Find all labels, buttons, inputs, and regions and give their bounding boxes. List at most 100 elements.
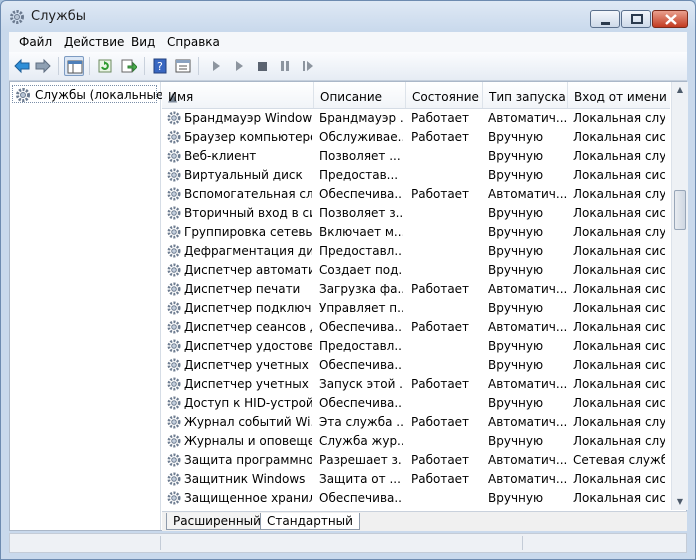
show-hide-console-tree-button[interactable] xyxy=(64,56,84,76)
table-row[interactable]: Диспетчер подключе... Управляет п... Вручн… xyxy=(162,299,670,318)
table-row[interactable]: Диспетчер учетных д... Обеспечива... Вручн… xyxy=(162,356,670,375)
cell-startup-type: Вручную xyxy=(488,339,544,353)
table-row[interactable]: Защищенное хранил... Обеспечива... Вручную… xyxy=(162,489,670,508)
tree-item-services-local[interactable]: Службы (локальные) xyxy=(12,85,168,103)
cell-description: Создает под... xyxy=(319,263,403,277)
table-row[interactable]: Диспетчер удостовер... Предоставл... Вручн… xyxy=(162,337,670,356)
refresh-button[interactable] xyxy=(95,56,115,76)
column-header-status[interactable]: Состояние xyxy=(406,82,483,108)
service-gear-icon xyxy=(166,281,182,300)
service-gear-icon xyxy=(166,471,182,490)
table-row[interactable]: Защита программно... Разрешает з... Работа… xyxy=(162,451,670,470)
table-row[interactable]: Дефрагментация дис... Предоставл... Вручну… xyxy=(162,242,670,261)
cell-log-on-as: Локальная сист... xyxy=(573,377,665,391)
toolbar-separator xyxy=(89,57,90,75)
cell-description: Обеспечива... xyxy=(319,396,403,410)
help-icon: ? xyxy=(153,58,167,74)
title-bar[interactable]: Службы xyxy=(1,1,695,31)
tab-standard[interactable]: Стандартный xyxy=(260,513,360,530)
table-row[interactable]: Диспетчер учетных з... Запуск этой ... Раб… xyxy=(162,375,670,394)
cell-startup-type: Вручную xyxy=(488,263,544,277)
column-header-log-on-as[interactable]: Вход от имени xyxy=(568,82,670,108)
table-row[interactable]: Доступ к HID-устрой... Обеспечива... Вручн… xyxy=(162,394,670,413)
maximize-button[interactable] xyxy=(621,10,651,28)
table-row[interactable]: Брандмауэр Windows Брандмауэр ... Работает… xyxy=(162,109,670,128)
minimize-button[interactable] xyxy=(590,10,620,28)
menu-action[interactable]: Действие xyxy=(64,35,124,49)
table-row[interactable]: Группировка сетевых... Включает м... Вручн… xyxy=(162,223,670,242)
service-gear-icon xyxy=(166,357,182,376)
forward-button[interactable] xyxy=(33,56,53,76)
back-button[interactable] xyxy=(12,56,32,76)
cell-name: Защищенное хранил... xyxy=(184,491,312,505)
scroll-up-arrow-icon[interactable]: ▲ xyxy=(672,82,688,98)
properties-button[interactable] xyxy=(173,56,193,76)
table-row[interactable]: Журналы и оповеще... Служба жур... Вручную… xyxy=(162,432,670,451)
play-icon xyxy=(236,61,243,71)
help-button[interactable]: ? xyxy=(150,56,170,76)
table-row[interactable]: Защитник Windows Защита от ... Работает Авт… xyxy=(162,470,670,489)
cell-status: Работает xyxy=(411,187,470,201)
cell-log-on-as: Локальная сист... xyxy=(573,358,665,372)
cell-log-on-as: Локальная сист... xyxy=(573,244,665,258)
pause-icon xyxy=(281,61,289,71)
cell-description: Обеспечива... xyxy=(319,320,403,334)
cell-startup-type: Вручную xyxy=(488,149,544,163)
column-header-name[interactable]: ▲ Имя xyxy=(162,82,314,108)
cell-description: Управляет п... xyxy=(319,301,403,315)
cell-log-on-as: Локальная сист... xyxy=(573,396,665,410)
menu-view[interactable]: Вид xyxy=(131,35,155,49)
cell-log-on-as: Локальная сист... xyxy=(573,282,665,296)
cell-startup-type: Вручную xyxy=(488,225,544,239)
vertical-scrollbar[interactable]: ▲ ▼ xyxy=(671,82,688,510)
cell-description: Позволяет з... xyxy=(319,206,403,220)
cell-status: Работает xyxy=(411,453,470,467)
menu-help[interactable]: Справка xyxy=(167,35,220,49)
cell-startup-type: Вручную xyxy=(488,244,544,258)
restart-service-button[interactable] xyxy=(298,56,318,76)
cell-startup-type: Автоматич... xyxy=(488,377,568,391)
cell-log-on-as: Локальная слу... xyxy=(573,149,665,163)
export-list-icon xyxy=(121,59,137,73)
start-service-button[interactable] xyxy=(206,56,226,76)
forward-arrow-icon xyxy=(35,58,51,74)
table-row[interactable]: Виртуальный диск Предостав... Вручную Локал… xyxy=(162,166,670,185)
tree-item-label: Службы (локальные) xyxy=(35,88,169,102)
stop-service-button[interactable] xyxy=(252,56,272,76)
tab-extended[interactable]: Расширенный xyxy=(166,513,268,530)
table-row[interactable]: Диспетчер сеансов д... Обеспечива... Работ… xyxy=(162,318,670,337)
cell-name: Вторичный вход в си... xyxy=(184,206,312,220)
cell-name: Диспетчер удостовер... xyxy=(184,339,312,353)
scrollbar-thumb[interactable] xyxy=(674,190,686,230)
table-row[interactable]: Веб-клиент Позволяет ... Вручную Локальная … xyxy=(162,147,670,166)
pause-service-button[interactable] xyxy=(275,56,295,76)
cell-startup-type: Вручную xyxy=(488,491,544,505)
column-header-startup-type[interactable]: Тип запуска xyxy=(483,82,568,108)
export-list-button[interactable] xyxy=(119,56,139,76)
scroll-down-arrow-icon[interactable]: ▼ xyxy=(672,494,688,510)
view-tabs: Расширенный Стандартный xyxy=(162,511,687,531)
maximize-icon xyxy=(631,14,643,24)
service-gear-icon xyxy=(166,110,182,129)
table-row[interactable]: Вспомогательная сл... Обеспечива... Работа… xyxy=(162,185,670,204)
table-row[interactable]: Браузер компьютеров Обслуживае... Работает… xyxy=(162,128,670,147)
cell-status: Работает xyxy=(411,130,470,144)
properties-icon xyxy=(175,59,191,73)
cell-log-on-as: Локальная сист... xyxy=(573,320,665,334)
start-service-params-button[interactable] xyxy=(229,56,249,76)
services-window: Службы Файл Действие Вид Справка ? Служб… xyxy=(0,0,696,560)
table-row[interactable]: Вторичный вход в си... Позволяет з... Вруч… xyxy=(162,204,670,223)
column-header-description[interactable]: Описание xyxy=(314,82,406,108)
close-button[interactable] xyxy=(652,10,688,28)
table-row[interactable]: Диспетчер печати Загрузка фа... Работает Ав… xyxy=(162,280,670,299)
cell-name: Диспетчер учетных з... xyxy=(184,377,312,391)
cell-name: Виртуальный диск xyxy=(184,168,303,182)
services-list: ▲ Имя Описание Состояние Тип запуска Вхо… xyxy=(162,82,670,510)
menu-file[interactable]: Файл xyxy=(19,35,52,49)
service-gear-icon xyxy=(166,433,182,452)
cell-startup-type: Вручную xyxy=(488,301,544,315)
table-row[interactable]: Диспетчер автомати... Создает под... Вручн… xyxy=(162,261,670,280)
cell-name: Диспетчер подключе... xyxy=(184,301,312,315)
table-row[interactable]: Журнал событий Wi... Эта служба ... Работа… xyxy=(162,413,670,432)
cell-log-on-as: Локальная слу... xyxy=(573,187,665,201)
